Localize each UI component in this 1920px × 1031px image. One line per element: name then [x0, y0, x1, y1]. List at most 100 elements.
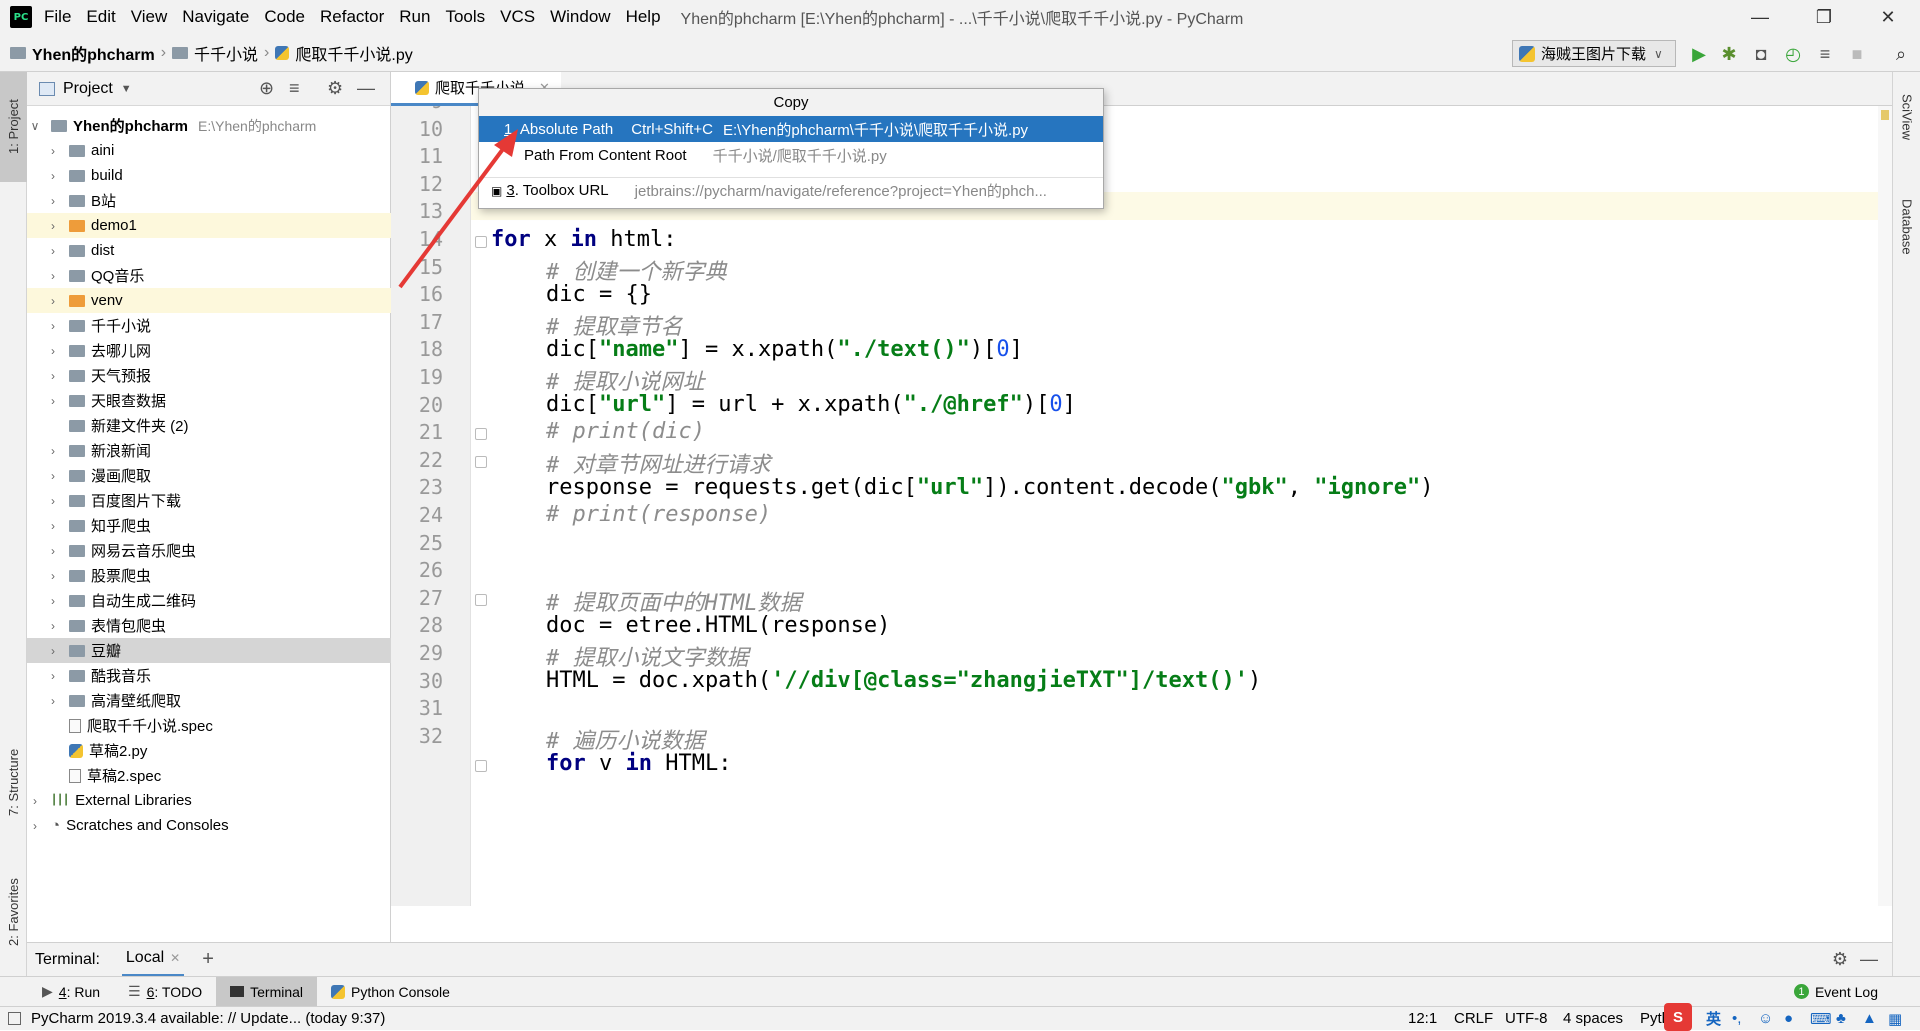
chevron-right-icon[interactable]: › [29, 819, 41, 833]
menu-window[interactable]: Window [550, 7, 610, 27]
warning-marker-icon[interactable] [1881, 110, 1889, 120]
tab-terminal[interactable]: Terminal [216, 976, 318, 1007]
terminal-tab-local[interactable]: Local ✕ [121, 943, 185, 977]
menu-edit[interactable]: Edit [86, 7, 115, 27]
chevron-right-icon[interactable]: › [47, 319, 59, 333]
tree-file[interactable]: 爬取千千小说.spec [27, 713, 391, 738]
favorites-tool-tab[interactable]: 2: Favorites [0, 862, 27, 962]
tree-folder[interactable]: › 股票爬虫 [27, 563, 391, 588]
grid-icon[interactable]: ▦ [1888, 1010, 1902, 1028]
chevron-right-icon[interactable]: › [47, 244, 59, 258]
sciview-tool-tab[interactable]: SciView [1893, 82, 1920, 152]
tree-folder[interactable]: › 网易云音乐爬虫 [27, 538, 391, 563]
tree-folder[interactable]: › 天眼查数据 [27, 388, 391, 413]
status-toggle-icon[interactable] [8, 1012, 21, 1025]
menu-tools[interactable]: Tools [445, 7, 485, 27]
status-message[interactable]: PyCharm 2019.3.4 available: // Update...… [31, 1010, 385, 1027]
fold-marker-icon[interactable] [475, 456, 487, 468]
chevron-right-icon[interactable]: › [47, 444, 59, 458]
hide-icon[interactable]: — [1860, 949, 1878, 970]
chevron-right-icon[interactable]: › [29, 794, 41, 808]
chevron-right-icon[interactable]: › [47, 369, 59, 383]
chevron-right-icon[interactable]: › [47, 644, 59, 658]
chevron-right-icon[interactable]: › [47, 294, 59, 308]
tree-folder[interactable]: › 知乎爬虫 [27, 513, 391, 538]
menu-vcs[interactable]: VCS [500, 7, 535, 27]
tree-folder[interactable]: › 百度图片下载 [27, 488, 391, 513]
tree-folder[interactable]: › 千千小说 [27, 313, 391, 338]
code-editor[interactable]: 9101112131415161718192021222324252627282… [391, 106, 1892, 906]
hide-icon[interactable]: — [357, 78, 375, 99]
chevron-right-icon[interactable]: › [47, 694, 59, 708]
tree-folder[interactable]: › 豆瓣 [27, 638, 391, 663]
menu-file[interactable]: File [44, 7, 71, 27]
emoji-icon[interactable]: ☺ [1758, 1010, 1773, 1027]
collapse-all-icon[interactable]: ≡ [289, 78, 300, 99]
locate-icon[interactable]: ⊕ [259, 78, 274, 99]
chevron-right-icon[interactable]: › [47, 144, 59, 158]
coverage-icon[interactable]: ◘ [1750, 43, 1772, 65]
chevron-right-icon[interactable]: › [47, 594, 59, 608]
tree-folder[interactable]: › 高清壁纸爬取 [27, 688, 391, 713]
editor-scrollbar[interactable] [1878, 106, 1892, 906]
keyboard-icon[interactable]: ⌨ [1810, 1010, 1832, 1028]
profile-icon[interactable]: ◴ [1782, 43, 1804, 65]
chevron-right-icon[interactable]: › [47, 669, 59, 683]
sogou-ime-icon[interactable]: S [1664, 1003, 1692, 1031]
tree-scratches[interactable]: › ◔ Scratches and Consoles [27, 813, 391, 838]
close-tab-icon[interactable]: ✕ [170, 951, 180, 965]
tree-folder[interactable]: › 漫画爬取 [27, 463, 391, 488]
copy-content-root-path-item[interactable]: Path From Content Root 千千小说/爬取千千小说.py [479, 142, 1103, 168]
tree-folder[interactable]: › 去哪儿网 [27, 338, 391, 363]
close-icon[interactable]: ✕ [1856, 0, 1920, 34]
restore-icon[interactable]: ❐ [1792, 0, 1856, 34]
structure-tool-tab[interactable]: 7: Structure [0, 732, 27, 832]
run-configuration-select[interactable]: 海贼王图片下载 ∨ [1512, 40, 1676, 67]
concurrency-icon[interactable]: ≡ [1814, 43, 1836, 65]
database-tool-tab[interactable]: Database [1893, 182, 1920, 272]
tab-python-console[interactable]: Python Console [317, 977, 464, 1007]
search-icon[interactable]: ⌕ [1890, 43, 1912, 65]
tree-folder[interactable]: › 新浪新闻 [27, 438, 391, 463]
tree-folder[interactable]: › 表情包爬虫 [27, 613, 391, 638]
menu-run[interactable]: Run [399, 7, 430, 27]
toolbox-icon[interactable]: ▲ [1862, 1010, 1877, 1027]
chevron-right-icon[interactable]: › [47, 344, 59, 358]
microphone-icon[interactable]: ● [1784, 1010, 1793, 1027]
chevron-right-icon[interactable]: › [47, 544, 59, 558]
breadcrumb-file[interactable]: 爬取千千小说.py [295, 41, 412, 65]
tree-folder[interactable]: 新建文件夹 (2) [27, 413, 391, 438]
chevron-right-icon[interactable]: › [47, 494, 59, 508]
fold-marker-icon[interactable] [475, 428, 487, 440]
project-tool-tab[interactable]: 1: Project [0, 72, 27, 182]
tree-file[interactable]: 草稿2.py [27, 738, 391, 763]
stop-icon[interactable]: ■ [1846, 43, 1868, 65]
tree-external-libraries[interactable]: › ┃┃┃ External Libraries [27, 788, 391, 813]
tab-event-log[interactable]: 1 Event Log [1780, 977, 1892, 1007]
chevron-right-icon[interactable]: › [47, 519, 59, 533]
tree-folder[interactable]: › 酷我音乐 [27, 663, 391, 688]
tree-folder[interactable]: › aini [27, 138, 391, 163]
chevron-right-icon[interactable]: › [47, 194, 59, 208]
caret-position[interactable]: 12:1 [1408, 1010, 1437, 1027]
chevron-right-icon[interactable]: › [47, 469, 59, 483]
tab-run[interactable]: ▶ 4 : Run [28, 977, 114, 1007]
gear-icon[interactable]: ⚙ [1832, 949, 1848, 970]
tree-folder[interactable]: › build [27, 163, 391, 188]
project-view-select[interactable]: Project ▼ [39, 80, 132, 98]
chevron-right-icon[interactable]: › [47, 394, 59, 408]
debug-icon[interactable]: ✱ [1718, 43, 1740, 65]
chevron-right-icon[interactable]: › [47, 269, 59, 283]
menu-help[interactable]: Help [626, 7, 661, 27]
breadcrumb-folder[interactable]: 千千小说 [194, 41, 258, 65]
skin-icon[interactable]: ♣ [1836, 1010, 1846, 1027]
copy-toolbox-url-item[interactable]: ▣ 3 . Toolbox URL jetbrains://pycharm/na… [479, 177, 1103, 203]
tree-folder[interactable]: › dist [27, 238, 391, 263]
menu-navigate[interactable]: Navigate [182, 7, 249, 27]
new-terminal-button[interactable]: + [202, 948, 214, 971]
breadcrumb-project[interactable]: Yhen的phcharm [32, 41, 155, 65]
fold-marker-icon[interactable] [475, 594, 487, 606]
chevron-right-icon[interactable]: › [47, 569, 59, 583]
tree-folder[interactable]: › demo1 [27, 213, 391, 238]
copy-absolute-path-item[interactable]: 1 . Absolute Path Ctrl+Shift+C E:\Yhen的p… [479, 116, 1103, 142]
